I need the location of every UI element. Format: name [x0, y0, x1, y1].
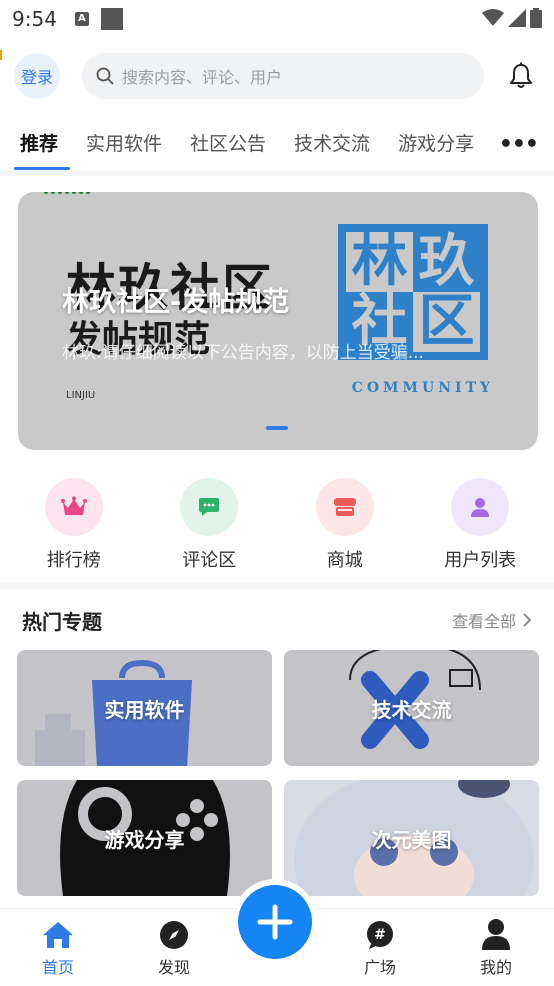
active-tab-indicator	[14, 167, 70, 170]
person-icon	[482, 919, 510, 950]
banner-community-text: COMMUNITY	[351, 380, 494, 396]
stamp-char-2: 玖	[413, 232, 480, 292]
edge-indicator	[0, 50, 2, 60]
home-icon	[43, 922, 73, 948]
compass-icon	[160, 921, 188, 949]
hash-bubble-icon: #	[367, 921, 393, 949]
more-tabs-icon[interactable]: •••	[499, 132, 539, 157]
topic-card-game[interactable]: 游戏分享	[17, 780, 272, 896]
shortcut-label: 评论区	[182, 550, 237, 571]
chat-bubble-icon	[180, 478, 239, 536]
banner-image-small-text: LINJIU	[66, 390, 96, 401]
tab-recommend[interactable]: 推荐	[20, 129, 58, 156]
notification-square-icon	[100, 8, 123, 30]
crown-icon	[44, 478, 103, 536]
topic-card-tech[interactable]: 技术交流	[284, 650, 539, 766]
create-post-button[interactable]	[238, 885, 312, 959]
tab-game-share[interactable]: 游戏分享	[398, 129, 474, 156]
shortcut-label: 商城	[326, 550, 363, 571]
banner-carousel[interactable]: 林玖社区 发帖规范 LINJIU 林 玖 社 区 COMMUNITY 林玖社区-…	[18, 192, 538, 450]
search-input[interactable]: 搜索内容、评论、用户	[82, 53, 484, 99]
nav-label: 首页	[41, 958, 74, 977]
wifi-icon	[482, 9, 504, 26]
bottom-navigation: 首页 发现 # 广场 我的	[0, 885, 554, 986]
topic-card-label: 次元美图	[371, 827, 452, 852]
topic-card-label: 技术交流	[371, 697, 452, 722]
nav-me[interactable]: 我的	[438, 918, 554, 978]
signal-icon	[508, 9, 526, 27]
stamp-char-1: 林	[351, 229, 408, 294]
login-button[interactable]: 登录	[14, 53, 60, 99]
shortcut-row: 排行榜 评论区 商城 用户列表	[0, 450, 554, 582]
section-divider	[0, 582, 554, 590]
topic-grid: 实用软件 技术交流 游戏分享 次元美图	[0, 650, 554, 896]
top-bar: 登录 搜索内容、评论、用户	[0, 38, 554, 114]
search-placeholder: 搜索内容、评论、用户	[122, 68, 283, 87]
status-bar: 9:54 A	[0, 0, 554, 38]
topic-card-label: 游戏分享	[104, 827, 185, 852]
shortcut-comments[interactable]: 评论区	[154, 478, 264, 582]
topic-card-anime[interactable]: 次元美图	[284, 780, 539, 896]
shortcut-store[interactable]: 商城	[290, 478, 400, 582]
section-title: 热门专题	[22, 609, 102, 634]
tab-community-notice[interactable]: 社区公告	[190, 129, 266, 156]
shortcut-ranking[interactable]: 排行榜	[19, 478, 129, 582]
carousel-indicator	[266, 426, 288, 430]
store-icon	[315, 478, 374, 536]
chevron-right-icon	[523, 613, 532, 627]
status-time: 9:54	[12, 7, 57, 31]
user-icon	[451, 478, 510, 536]
banner-decoration	[44, 192, 90, 194]
see-all-link[interactable]: 查看全部	[452, 608, 532, 632]
building-icon	[35, 714, 85, 766]
tab-useful-software[interactable]: 实用软件	[86, 129, 162, 156]
shortcut-user-list[interactable]: 用户列表	[425, 478, 535, 582]
search-icon	[96, 67, 114, 85]
svg-text:#: #	[374, 927, 386, 943]
nav-square[interactable]: # 广场	[322, 920, 438, 978]
topic-card-software[interactable]: 实用软件	[17, 650, 272, 766]
shortcut-label: 排行榜	[46, 550, 101, 571]
category-tabs: 推荐 实用软件 社区公告 技术交流 游戏分享 •••	[0, 114, 554, 176]
nav-label: 广场	[363, 958, 396, 977]
see-all-label: 查看全部	[451, 612, 516, 631]
banner-description: 林玖:请仔细阅读以下公告内容，以防上当受骗...	[62, 343, 424, 363]
shortcut-label: 用户列表	[444, 550, 517, 571]
plus-icon	[257, 904, 293, 940]
hot-topics-header: 热门专题 查看全部	[0, 590, 554, 650]
nav-discover[interactable]: 发现	[116, 920, 232, 978]
bell-icon[interactable]	[508, 62, 534, 90]
topic-card-label: 实用软件	[104, 697, 185, 722]
tab-tech-exchange[interactable]: 技术交流	[294, 129, 370, 156]
nav-home[interactable]: 首页	[0, 920, 116, 978]
banner-title: 林玖社区-发帖规范	[62, 287, 290, 318]
battery-icon	[530, 8, 542, 28]
status-icons	[482, 8, 542, 28]
notification-a-icon: A	[74, 12, 89, 26]
nav-label: 我的	[479, 958, 512, 977]
nav-label: 发现	[157, 958, 190, 977]
